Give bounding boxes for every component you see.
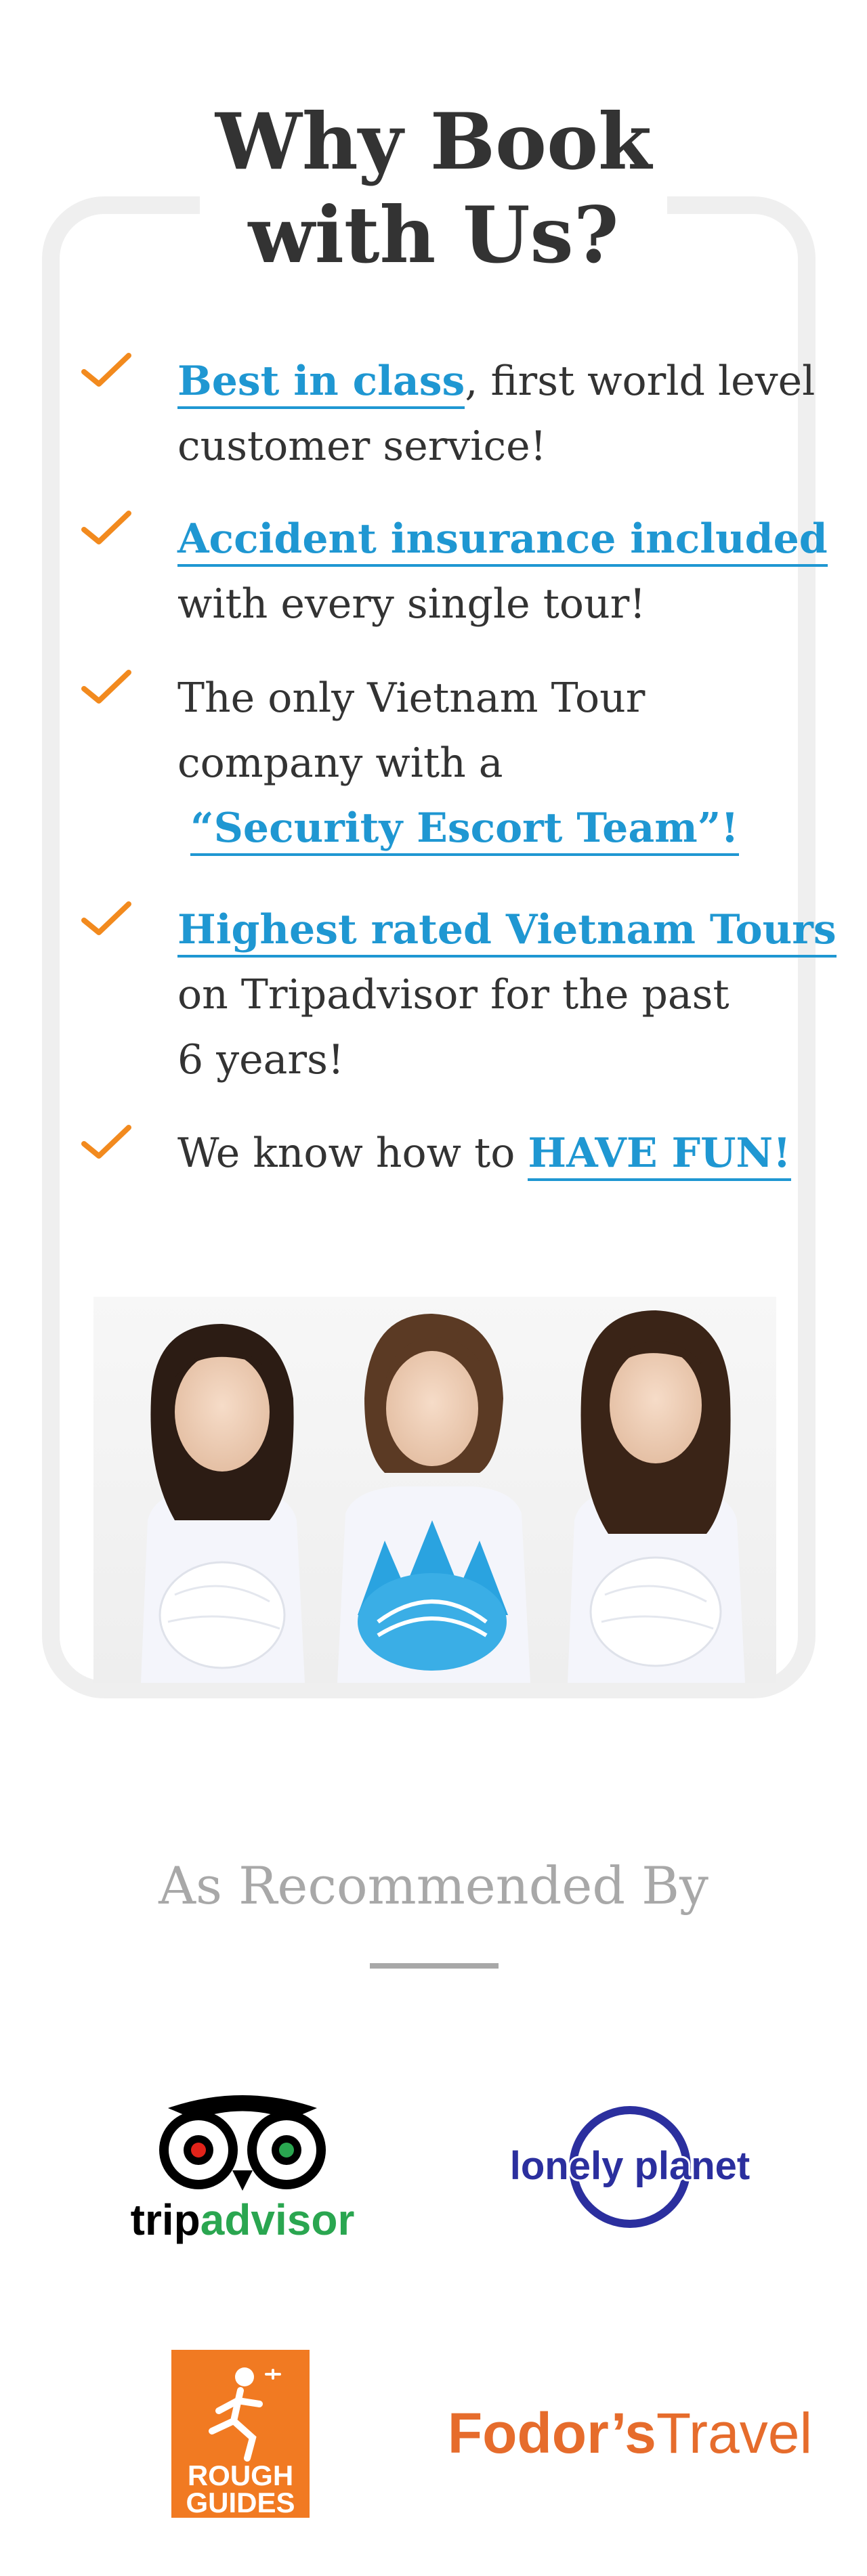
tripadvisor-text-trip: trip: [131, 2195, 200, 2244]
highlight-best-in-class: Best in class: [177, 358, 465, 409]
benefit-text-5: We know how to HAVE FUN!: [177, 1121, 855, 1186]
rough-guides-logo[interactable]: ROUGH GUIDES: [171, 2350, 310, 2518]
why-book-title: Why Book with Us?: [200, 95, 667, 282]
benefit-text-1: Best in class, first world level custome…: [177, 358, 816, 470]
benefit-text-3: The only Vietnam Tour company with a “Se…: [177, 666, 855, 861]
benefit-text-2: Accident insurance included with every s…: [177, 515, 828, 628]
benefit-text-4: Highest rated Vietnam Tours on Tripadvis…: [177, 906, 837, 1083]
checkmark-icon: [81, 670, 131, 704]
woman-left: [141, 1324, 305, 1683]
fodors-travel-logo[interactable]: Fodor’sTravel: [440, 2397, 820, 2472]
recommended-title: As Recommended By: [158, 1855, 709, 1916]
checkmark-icon: [81, 901, 131, 935]
highlight-have-fun: HAVE FUN!: [528, 1130, 791, 1181]
title-line-2: with Us?: [248, 190, 619, 280]
fodors-text: Fodor’s: [448, 2401, 656, 2465]
highlight-highest-rated: Highest rated Vietnam Tours: [177, 906, 837, 958]
lonely-planet-text: lonely planet: [510, 2144, 750, 2188]
tripadvisor-text-advisor: advisor: [200, 2195, 355, 2244]
svg-text:tripadvisor: tripadvisor: [131, 2195, 355, 2244]
highlight-security-escort: “Security Escort Team”!: [190, 804, 739, 856]
team-photo: [93, 1297, 776, 1683]
checkmark-icon: [81, 353, 131, 387]
highlight-accident-insurance: Accident insurance included: [177, 515, 828, 567]
checkmark-icon: [81, 1125, 131, 1159]
checkmark-icon: [81, 511, 131, 544]
page-title: Why Book with Us?: [200, 95, 667, 282]
svg-text:Fodor’sTravel: Fodor’sTravel: [448, 2401, 812, 2465]
rough-guides-text-2: GUIDES: [186, 2487, 295, 2518]
owl-icon: [159, 2095, 326, 2191]
title-line-1: Why Book: [215, 96, 652, 187]
lonely-planet-logo[interactable]: lonely planet: [494, 2106, 765, 2228]
section-divider: [370, 1963, 499, 1969]
travel-text: Travel: [656, 2401, 812, 2465]
woman-right: [568, 1310, 745, 1683]
tripadvisor-logo[interactable]: tripadvisor: [121, 2089, 364, 2252]
